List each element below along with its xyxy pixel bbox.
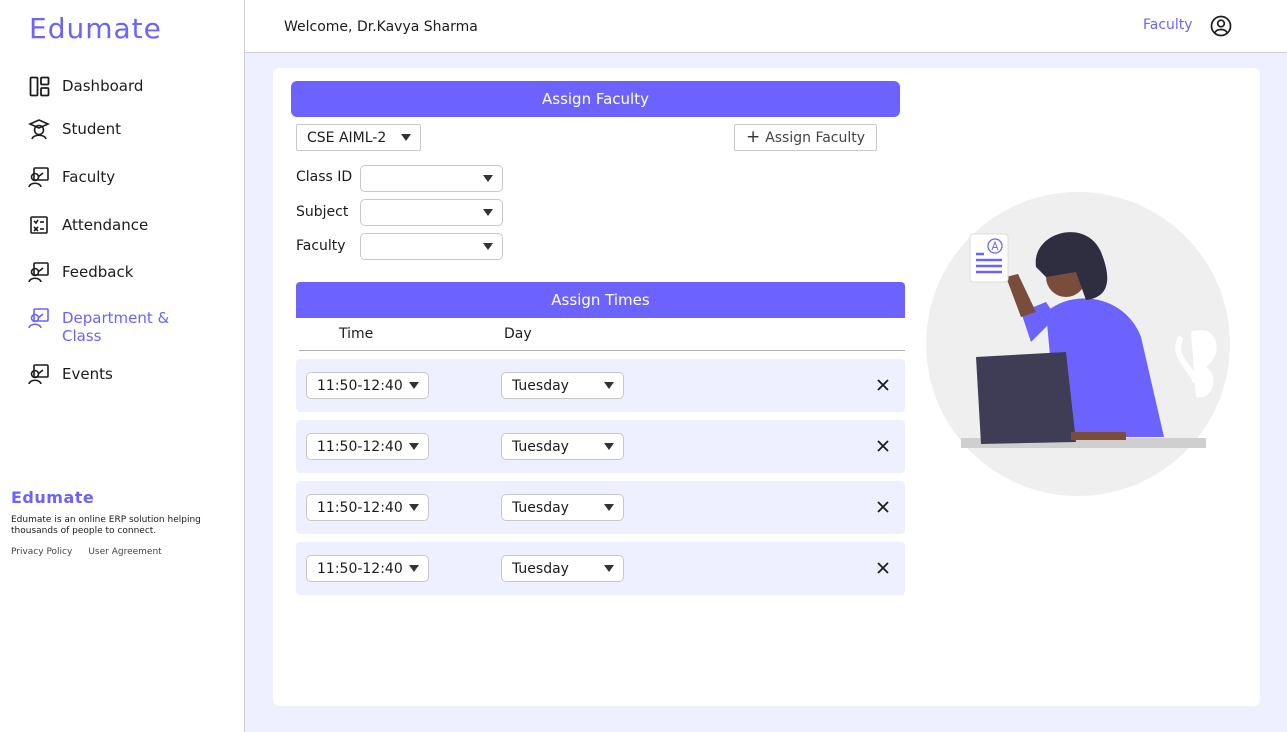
student-icon <box>28 118 50 140</box>
chevron-down-icon <box>604 443 614 450</box>
day-select[interactable]: Tuesday <box>501 555 624 582</box>
class-id-label: Class ID <box>296 169 353 185</box>
sidebar-item-label: Student <box>62 120 122 138</box>
faculty-icon <box>28 166 50 188</box>
faculty-label: Faculty <box>296 238 346 254</box>
chevron-down-icon <box>409 565 419 572</box>
time-row: 11:50-12:40 Tuesday <box>296 481 905 534</box>
divider <box>299 350 905 351</box>
chevron-down-icon <box>409 443 419 450</box>
close-icon[interactable] <box>874 498 892 516</box>
top-bar: Welcome, Dr.Kavya Sharma Faculty <box>245 0 1287 53</box>
attendance-icon <box>28 214 50 236</box>
feedback-icon <box>28 261 50 283</box>
sidebar-item-label: Dashboard <box>62 77 144 95</box>
day-select[interactable]: Tuesday <box>501 433 624 460</box>
chevron-down-icon <box>483 243 493 250</box>
department-select[interactable]: CSE AIML-2 <box>296 124 421 151</box>
footer-brand: Edumate <box>11 488 95 507</box>
subject-select[interactable] <box>360 199 503 226</box>
time-value: 11:50-12:40 <box>317 560 403 577</box>
chevron-down-icon <box>483 175 493 182</box>
department-value: CSE AIML-2 <box>307 129 387 146</box>
sidebar-item-department-class[interactable]: Department & Class <box>28 307 178 345</box>
chevron-down-icon <box>401 134 411 141</box>
chevron-down-icon <box>409 382 419 389</box>
sidebar-item-dashboard[interactable]: Dashboard <box>28 75 143 97</box>
department-icon <box>28 307 50 329</box>
sidebar-item-faculty[interactable]: Faculty <box>28 166 115 188</box>
sidebar-item-label: Feedback <box>62 263 134 281</box>
assign-faculty-button-label: Assign Faculty <box>765 129 866 146</box>
day-select[interactable]: Tuesday <box>501 372 624 399</box>
teacher-illustration <box>926 192 1231 497</box>
sidebar: Edumate Dashboard Student Faculty Attend… <box>0 0 245 732</box>
day-value: Tuesday <box>512 438 569 455</box>
day-column-header: Day <box>504 326 532 342</box>
main-card: Assign Faculty CSE AIML-2 + Assign Facul… <box>273 68 1260 706</box>
footer-links: Privacy Policy User Agreement <box>11 547 162 557</box>
time-select[interactable]: 11:50-12:40 <box>306 555 429 582</box>
chevron-down-icon <box>409 504 419 511</box>
sidebar-item-label: Attendance <box>62 216 149 234</box>
time-select[interactable]: 11:50-12:40 <box>306 433 429 460</box>
role-link[interactable]: Faculty <box>1143 17 1193 33</box>
sidebar-item-attendance[interactable]: Attendance <box>28 214 148 236</box>
sidebar-item-label: Department & Class <box>62 309 170 345</box>
day-select[interactable]: Tuesday <box>501 494 624 521</box>
time-value: 11:50-12:40 <box>317 377 403 394</box>
time-value: 11:50-12:40 <box>317 499 403 516</box>
close-icon[interactable] <box>874 376 892 394</box>
assign-faculty-button[interactable]: + Assign Faculty <box>734 124 877 151</box>
close-icon[interactable] <box>874 559 892 577</box>
sidebar-item-label: Events <box>62 365 113 383</box>
time-select[interactable]: 11:50-12:40 <box>306 494 429 521</box>
user-agreement-link[interactable]: User Agreement <box>88 547 161 557</box>
class-id-select[interactable] <box>360 165 503 192</box>
sidebar-item-events[interactable]: Events <box>28 363 113 385</box>
time-column-header: Time <box>339 326 374 342</box>
faculty-select[interactable] <box>360 233 503 260</box>
close-icon[interactable] <box>874 437 892 455</box>
footer-description: Edumate is an online ERP solution helpin… <box>11 515 201 536</box>
time-select[interactable]: 11:50-12:40 <box>306 372 429 399</box>
subject-label: Subject <box>296 204 349 220</box>
profile-icon[interactable] <box>1210 15 1232 37</box>
chevron-down-icon <box>604 565 614 572</box>
time-value: 11:50-12:40 <box>317 438 403 455</box>
time-row: 11:50-12:40 Tuesday <box>296 420 905 473</box>
brand-logo: Edumate <box>29 12 162 45</box>
sidebar-item-feedback[interactable]: Feedback <box>28 261 133 283</box>
welcome-text: Welcome, Dr.Kavya Sharma <box>284 19 478 35</box>
dashboard-icon <box>28 75 50 97</box>
privacy-policy-link[interactable]: Privacy Policy <box>11 547 72 557</box>
plus-icon: + <box>745 127 761 147</box>
events-icon <box>28 363 50 385</box>
assign-times-header: Assign Times <box>296 282 905 318</box>
chevron-down-icon <box>604 504 614 511</box>
day-value: Tuesday <box>512 560 569 577</box>
time-row: 11:50-12:40 Tuesday <box>296 542 905 595</box>
chevron-down-icon <box>483 209 493 216</box>
assign-faculty-header: Assign Faculty <box>291 81 900 117</box>
sidebar-item-student[interactable]: Student <box>28 118 121 140</box>
chevron-down-icon <box>604 382 614 389</box>
day-value: Tuesday <box>512 377 569 394</box>
day-value: Tuesday <box>512 499 569 516</box>
time-row: 11:50-12:40 Tuesday <box>296 359 905 412</box>
sidebar-item-label: Faculty <box>62 168 116 186</box>
